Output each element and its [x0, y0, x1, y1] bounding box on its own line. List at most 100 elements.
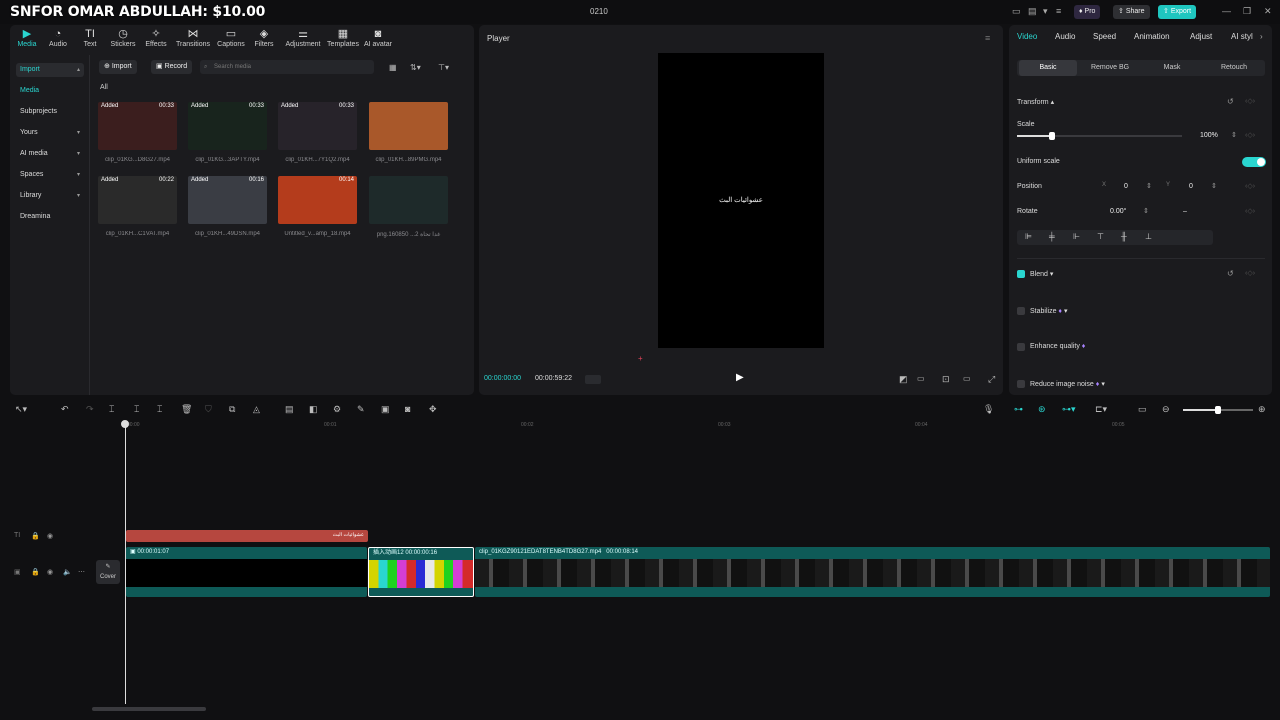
- sidebar-item-media[interactable]: Media: [16, 84, 84, 98]
- stabilize-checkbox[interactable]: [1017, 307, 1025, 315]
- preview-axis-icon[interactable]: ⊏▾: [1095, 404, 1107, 415]
- keyframe-icon[interactable]: ‹◇›: [1245, 269, 1255, 277]
- tab-audio[interactable]: Audio: [1055, 32, 1075, 41]
- magic-icon[interactable]: ✎: [357, 404, 365, 415]
- shield-icon[interactable]: ⛉: [205, 404, 212, 415]
- stepper-icon[interactable]: ⇕: [1143, 207, 1149, 215]
- crop-icon[interactable]: ⧉: [229, 404, 235, 415]
- align-right-icon[interactable]: ⊩: [1073, 232, 1080, 241]
- zoom-out-icon[interactable]: ⊖: [1162, 404, 1170, 415]
- tool-effects[interactable]: ✧ Effects: [139, 27, 173, 48]
- align-bottom-icon[interactable]: ⊥: [1145, 232, 1152, 241]
- video-preview[interactable]: عشوائيات البث: [658, 53, 824, 348]
- subtab-remove-bg[interactable]: Remove BG: [1081, 60, 1139, 76]
- horizontal-scrollbar[interactable]: [92, 707, 206, 711]
- media-item[interactable]: 00:14 Untitled_v...amp_18.mp4: [278, 176, 357, 237]
- menu-icon[interactable]: ≡: [985, 33, 990, 43]
- sidebar-item-spaces[interactable]: Spaces ▾: [16, 168, 84, 182]
- scale-slider[interactable]: [1017, 132, 1182, 140]
- media-item[interactable]: Added 00:22 clip_01KH...C1VAT.mp4: [98, 176, 177, 237]
- tab-video[interactable]: Video: [1017, 32, 1037, 41]
- tool-ai-avatar[interactable]: ◙ AI avatar: [363, 27, 393, 48]
- tool-adjustment[interactable]: ⚌ Adjustment: [285, 27, 321, 48]
- import-button[interactable]: ⊕ Import: [99, 60, 137, 74]
- tab-animation[interactable]: Animation: [1134, 32, 1170, 41]
- reverse-icon[interactable]: ◧: [309, 404, 318, 415]
- layout-dropdown-icon[interactable]: ▾: [1043, 6, 1048, 17]
- video-clip-2-selected[interactable]: 插入动画12 00:00:00:16: [368, 547, 474, 597]
- media-thumbnail[interactable]: [369, 176, 448, 224]
- sidebar-item-subprojects[interactable]: Subprojects: [16, 105, 84, 119]
- media-thumbnail[interactable]: 00:14: [278, 176, 357, 224]
- playhead[interactable]: [125, 424, 126, 704]
- lock-icon[interactable]: 🔒: [31, 532, 40, 540]
- eye-icon[interactable]: ◉: [47, 532, 53, 540]
- cover-button[interactable]: ✎ Cover: [96, 560, 120, 584]
- tab-ai-style[interactable]: AI styl: [1231, 32, 1253, 41]
- scale-value[interactable]: 100%: [1200, 132, 1218, 139]
- tool-filters[interactable]: ◈ Filters: [247, 27, 281, 48]
- keyframe-icon[interactable]: ‹◇›: [1245, 207, 1255, 215]
- tool-templates[interactable]: ▦ Templates: [326, 27, 360, 48]
- align-top-icon[interactable]: ⊤: [1097, 232, 1104, 241]
- frame-icon[interactable]: ▣: [381, 404, 390, 415]
- freeze-icon[interactable]: ▤: [285, 404, 294, 415]
- ratio-icon[interactable]: ▭: [963, 374, 971, 383]
- media-thumbnail[interactable]: Added 00:22: [98, 176, 177, 224]
- share-button[interactable]: ⇪ Share: [1113, 5, 1150, 19]
- media-item[interactable]: Added 00:16 clip_01KH...49DSN.mp4: [188, 176, 267, 237]
- export-button[interactable]: ⇧ Export: [1158, 5, 1197, 19]
- tool-transitions[interactable]: ⋈ Transitions: [176, 27, 210, 48]
- blend-checkbox[interactable]: [1017, 270, 1025, 278]
- tool-captions[interactable]: ▭ Captions: [214, 27, 248, 48]
- tool-text[interactable]: TI Text: [73, 27, 107, 48]
- media-item[interactable]: clip_01KH...89PMG.mp4: [369, 102, 448, 163]
- time-ruler[interactable]: 00:00 00:01 00:02 00:03 00:04 00:05: [120, 420, 1280, 432]
- reduce-noise-checkbox[interactable]: [1017, 380, 1025, 388]
- sort-icon[interactable]: ⇅▾: [410, 63, 421, 72]
- media-item[interactable]: Added 00:33 clip_01KG...D8G27.mp4: [98, 102, 177, 163]
- zoom-in-icon[interactable]: ⊕: [1258, 404, 1266, 415]
- media-thumbnail[interactable]: Added 00:33: [188, 102, 267, 150]
- split-icon[interactable]: ⌶: [109, 404, 114, 415]
- project-name[interactable]: 0210: [590, 7, 608, 16]
- snap-icon[interactable]: ⊶▾: [1062, 404, 1076, 415]
- search-input[interactable]: ⌕ Search media: [200, 60, 374, 74]
- tool-stickers[interactable]: ◷ Stickers: [106, 27, 140, 48]
- keyframe-icon[interactable]: ‹◇›: [1245, 182, 1255, 190]
- stepper-icon[interactable]: ⇕: [1231, 131, 1237, 139]
- tab-speed[interactable]: Speed: [1093, 32, 1116, 41]
- timecode-toggle[interactable]: [585, 375, 601, 384]
- media-thumbnail[interactable]: Added 00:16: [188, 176, 267, 224]
- delete-icon[interactable]: 🗑: [181, 404, 192, 415]
- uniform-scale-toggle[interactable]: [1242, 157, 1266, 167]
- chevron-right-icon[interactable]: ›: [1260, 32, 1263, 41]
- align-left-icon[interactable]: ⊫: [1025, 232, 1032, 241]
- sidebar-item-import[interactable]: Import ▴: [16, 63, 84, 77]
- pro-button[interactable]: ♦ Pro: [1074, 5, 1101, 19]
- subtab-mask[interactable]: Mask: [1143, 60, 1201, 76]
- sidebar-item-dreamina[interactable]: Dreamina: [16, 210, 84, 224]
- mute-icon[interactable]: 🔈: [63, 568, 72, 576]
- media-item[interactable]: png.160850 ...غدا تحاة 2: [369, 176, 448, 238]
- caption-toggle-icon[interactable]: ▭: [1138, 404, 1147, 415]
- settings-icon[interactable]: ≡: [1056, 6, 1061, 16]
- split-right-icon[interactable]: ⌶: [157, 404, 162, 415]
- media-thumbnail[interactable]: Added 00:33: [278, 102, 357, 150]
- sidebar-item-ai-media[interactable]: AI media ▾: [16, 147, 84, 161]
- minimize-icon[interactable]: —: [1222, 6, 1231, 16]
- align-center-icon[interactable]: ╪: [1049, 232, 1055, 241]
- record-button[interactable]: ▣ Record: [151, 60, 193, 74]
- pos-x-field[interactable]: 0: [1124, 183, 1128, 190]
- media-thumbnail[interactable]: Added 00:33: [98, 102, 177, 150]
- split-left-icon[interactable]: ⌶: [134, 404, 139, 415]
- marker-icon[interactable]: ◬: [253, 404, 260, 415]
- rotate-field[interactable]: 0.00°: [1110, 208, 1126, 215]
- blend-heading[interactable]: Blend ▾: [1030, 270, 1053, 278]
- media-item[interactable]: Added 00:33 clip_01KH...7Y1Q2.mp4: [278, 102, 357, 163]
- sidebar-item-library[interactable]: Library ▾: [16, 189, 84, 203]
- media-item[interactable]: Added 00:33 clip_01KG...3APTY.mp4: [188, 102, 267, 163]
- enhance-checkbox[interactable]: [1017, 343, 1025, 351]
- undo-icon[interactable]: ↶: [61, 404, 69, 415]
- align-middle-icon[interactable]: ╫: [1121, 232, 1127, 241]
